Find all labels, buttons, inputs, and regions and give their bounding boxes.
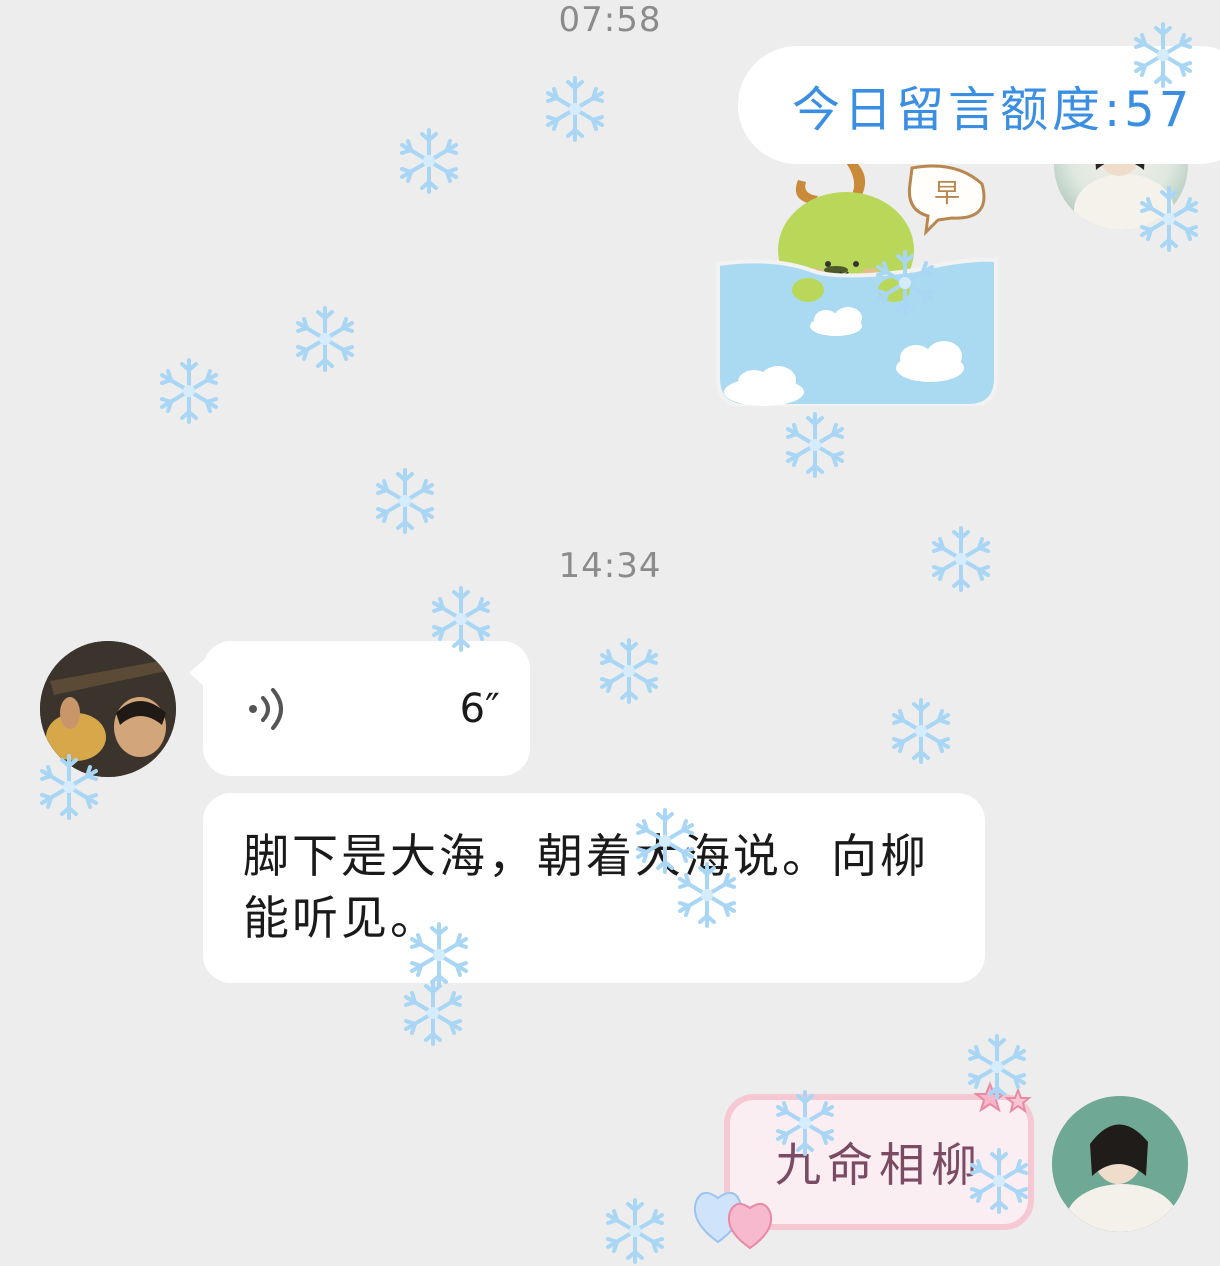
dragon-sticker-image: 早 — [716, 160, 998, 408]
message-quota-badge: 今日留言额度:57 — [738, 46, 1220, 164]
voice-wave-icon — [249, 687, 283, 730]
heart-icon — [694, 1191, 772, 1250]
snowflake-icon — [376, 468, 434, 534]
snowflake-icon — [400, 128, 458, 194]
self-avatar-bottom[interactable] — [1052, 1096, 1188, 1232]
text-message-bubble[interactable]: 脚下是大海，朝着大海说。向柳能听见。 — [203, 793, 985, 983]
snowflake-icon — [160, 358, 218, 424]
snowflake-icon — [404, 980, 462, 1046]
snowflake-icon — [296, 306, 354, 372]
contact-avatar[interactable] — [40, 641, 176, 777]
avatar-image — [40, 641, 176, 777]
avatar-image — [1052, 1096, 1188, 1232]
snowflake-icon — [546, 76, 604, 142]
voice-message-bubble[interactable]: 6″ — [189, 641, 530, 776]
timestamp-1434: 14:34 — [558, 546, 662, 586]
dragon-sticker[interactable]: 早 — [716, 160, 998, 408]
message-quota-label: 今日留言额度:57 — [792, 82, 1194, 138]
snowflake-icon — [606, 1198, 664, 1264]
timestamp-0758: 07:58 — [558, 0, 662, 40]
snowflake-icon — [600, 638, 658, 704]
star-icon — [974, 1081, 1032, 1114]
snowflake-icon — [892, 698, 950, 764]
voice-duration: 6″ — [459, 685, 500, 732]
snowflake-icon — [786, 412, 844, 478]
text-message-content: 脚下是大海，朝着大海说。向柳能听见。 — [243, 829, 929, 945]
self-text-content: 九命相柳 — [775, 1138, 983, 1192]
svg-text:早: 早 — [934, 179, 960, 209]
